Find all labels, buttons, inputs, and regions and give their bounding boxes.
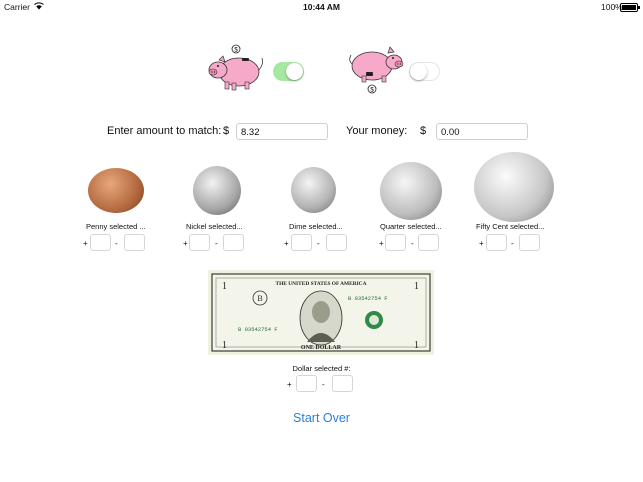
- penny-remove-field[interactable]: [124, 234, 145, 251]
- piggy-bank-deposit-icon: $: [205, 44, 267, 94]
- penny-plus-sign: +: [83, 239, 88, 248]
- nickel-minus-sign: -: [215, 239, 218, 248]
- dollar-bill-image[interactable]: THE UNITED STATES OF AMERICA 1 1 1 1 B B…: [208, 270, 434, 355]
- dime-coin-image[interactable]: [291, 167, 336, 213]
- quarter-selected-label: Quarter selected...: [380, 222, 442, 231]
- dime-plus-sign: +: [284, 239, 289, 248]
- bill-corner-br: 1: [414, 340, 419, 351]
- dollar-minus-sign: -: [322, 380, 325, 389]
- quarter-remove-field[interactable]: [418, 234, 439, 251]
- bill-corner-tr: 1: [414, 281, 419, 292]
- fifty-cent-plus-sign: +: [479, 239, 484, 248]
- quarter-add-field[interactable]: [385, 234, 406, 251]
- nickel-selected-label: Nickel selected...: [186, 222, 243, 231]
- bill-serial-top: B 03542754 F: [348, 295, 388, 302]
- penny-coin-image[interactable]: [88, 168, 144, 213]
- your-money-label: Your money:: [346, 125, 408, 137]
- piggy-bank-withdraw-icon: $: [348, 44, 406, 96]
- fifty-cent-minus-sign: -: [511, 239, 514, 248]
- fifty-cent-remove-field[interactable]: [519, 234, 540, 251]
- svg-text:B: B: [257, 294, 262, 303]
- status-time: 10:44 AM: [302, 2, 340, 12]
- bill-serial-bottom: B 03542754 F: [238, 326, 278, 333]
- quarter-minus-sign: -: [411, 239, 414, 248]
- nickel-add-field[interactable]: [189, 234, 210, 251]
- start-over-button[interactable]: Start Over: [0, 411, 643, 425]
- dollar-remove-field[interactable]: [332, 375, 353, 392]
- dime-minus-sign: -: [317, 239, 320, 248]
- bill-top-text: THE UNITED STATES OF AMERICA: [276, 281, 367, 287]
- dollar-selected-label: Dollar selected #:: [292, 364, 351, 373]
- penny-add-field[interactable]: [90, 234, 111, 251]
- bill-corner-tl: 1: [222, 281, 227, 292]
- quarter-plus-sign: +: [379, 239, 384, 248]
- match-amount-label: Enter amount to match:: [107, 125, 222, 137]
- nickel-coin-image[interactable]: [193, 166, 241, 215]
- withdraw-toggle[interactable]: [409, 62, 440, 81]
- dollar-add-field[interactable]: [296, 375, 317, 392]
- quarter-coin-image[interactable]: [380, 162, 442, 220]
- dime-add-field[interactable]: [291, 234, 312, 251]
- bill-one-dollar-text: ONE DOLLAR: [301, 345, 342, 351]
- bill-corner-bl: 1: [222, 340, 227, 351]
- your-money-currency-symbol: $: [420, 125, 427, 137]
- nickel-remove-field[interactable]: [223, 234, 244, 251]
- deposit-toggle[interactable]: [273, 62, 304, 81]
- penny-selected-label: Penny selected ...: [86, 222, 146, 231]
- dime-remove-field[interactable]: [326, 234, 347, 251]
- match-currency-symbol: $: [223, 125, 230, 137]
- your-money-input[interactable]: 0.00: [436, 123, 528, 140]
- fifty-cent-selected-label: Fifty Cent selected...: [476, 222, 545, 231]
- status-bar: Carrier 10:44 AM 100%: [0, 0, 643, 14]
- penny-minus-sign: -: [115, 239, 118, 248]
- dollar-plus-sign: +: [287, 380, 292, 389]
- dime-selected-label: Dime selected...: [289, 222, 343, 231]
- match-amount-input[interactable]: 8.32: [236, 123, 328, 140]
- nickel-plus-sign: +: [183, 239, 188, 248]
- fifty-cent-add-field[interactable]: [486, 234, 507, 251]
- fifty-cent-coin-image[interactable]: [474, 152, 554, 222]
- battery-icon: [620, 3, 640, 12]
